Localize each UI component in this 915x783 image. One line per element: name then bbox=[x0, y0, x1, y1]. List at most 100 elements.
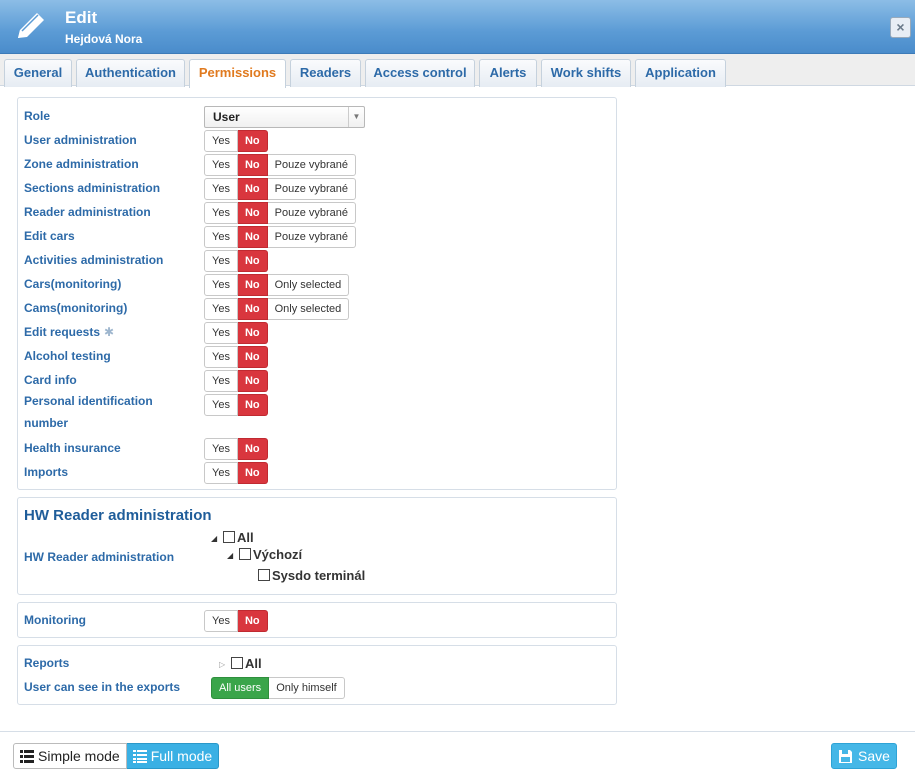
yes-button[interactable]: Yes bbox=[204, 346, 238, 368]
no-button[interactable]: No bbox=[237, 322, 268, 344]
permission-toggle: Yes No bbox=[204, 130, 268, 152]
no-button[interactable]: No bbox=[237, 610, 268, 632]
tree-label: Výchozí bbox=[253, 547, 303, 562]
no-button[interactable]: No bbox=[237, 346, 268, 368]
permission-label: Edit cars bbox=[24, 229, 75, 243]
permission-toggle: Yes No bbox=[204, 346, 268, 368]
tab-application[interactable]: Application bbox=[635, 59, 726, 87]
yes-button[interactable]: Yes bbox=[204, 370, 238, 392]
permission-toggle: Yes No Pouze vybrané bbox=[204, 202, 357, 224]
floppy-disk-icon bbox=[839, 749, 853, 763]
collapse-triangle-icon[interactable]: ◢ bbox=[227, 548, 239, 563]
tree-node-all: ◢ All bbox=[211, 530, 254, 546]
only-selected-button[interactable]: Only selected bbox=[267, 298, 350, 320]
no-button[interactable]: No bbox=[237, 370, 268, 392]
role-select-value: User bbox=[213, 110, 240, 124]
tree-label: All bbox=[237, 530, 254, 545]
all-users-button[interactable]: All users bbox=[211, 677, 270, 699]
no-button[interactable]: No bbox=[237, 394, 268, 416]
yes-button[interactable]: Yes bbox=[204, 226, 238, 248]
permission-toggle: Yes No bbox=[204, 462, 268, 484]
permission-toggle: Yes No bbox=[204, 438, 268, 460]
monitoring-panel: Monitoring Yes No bbox=[17, 602, 617, 638]
yes-button[interactable]: Yes bbox=[204, 610, 238, 632]
no-button[interactable]: No bbox=[237, 202, 268, 224]
permission-label: Reader administration bbox=[24, 205, 151, 219]
save-button[interactable]: Save bbox=[831, 743, 897, 769]
tab-authentication[interactable]: Authentication bbox=[76, 59, 185, 87]
no-button[interactable]: No bbox=[237, 250, 268, 272]
permission-row: Edit cars Yes No Pouze vybrané bbox=[24, 226, 614, 248]
full-mode-button[interactable]: Full mode bbox=[126, 743, 220, 769]
only-selected-button[interactable]: Pouze vybrané bbox=[267, 178, 357, 200]
permission-label: Alcohol testing bbox=[24, 349, 111, 363]
permission-label: Imports bbox=[24, 465, 69, 479]
permission-row: Health insurance Yes No bbox=[24, 438, 614, 460]
yes-button[interactable]: Yes bbox=[204, 322, 238, 344]
monitoring-toggle: Yes No bbox=[204, 610, 268, 632]
tree-node-item: Sysdo terminál bbox=[258, 568, 365, 584]
checkbox[interactable] bbox=[231, 657, 243, 669]
permission-row: Cars(monitoring) Yes No Only selected bbox=[24, 274, 614, 296]
permission-row: Edit requests ✱ Yes No bbox=[24, 322, 614, 344]
tab-bar: General Authentication Permissions Reade… bbox=[0, 54, 915, 88]
checkbox[interactable] bbox=[239, 548, 251, 560]
exports-toggle: All users Only himself bbox=[211, 677, 345, 699]
permission-label: Activities administration bbox=[24, 253, 164, 267]
no-button[interactable]: No bbox=[237, 130, 268, 152]
permission-label: Health insurance bbox=[24, 441, 121, 455]
permission-row: Imports Yes No bbox=[24, 462, 614, 484]
only-selected-button[interactable]: Pouze vybrané bbox=[267, 226, 357, 248]
section-title: HW Reader administration bbox=[24, 507, 212, 524]
tree-node-all: ▷ All bbox=[219, 656, 262, 672]
role-select[interactable]: User ▼ bbox=[204, 106, 365, 128]
permission-label: Cams(monitoring) bbox=[24, 301, 128, 315]
tab-general[interactable]: General bbox=[4, 59, 72, 87]
close-button[interactable]: × bbox=[890, 17, 911, 38]
permission-label: Sections administration bbox=[24, 181, 161, 195]
exports-label: User can see in the exports bbox=[24, 680, 181, 694]
expand-triangle-icon[interactable]: ▷ bbox=[219, 657, 231, 672]
permission-row: Zone administration Yes No Pouze vybrané bbox=[24, 154, 614, 176]
save-label: Save bbox=[858, 748, 890, 764]
hw-reader-label: HW Reader administration bbox=[24, 550, 175, 564]
list-icon bbox=[132, 749, 147, 763]
no-button[interactable]: No bbox=[237, 274, 268, 296]
tree-label: Sysdo terminál bbox=[272, 568, 366, 583]
yes-button[interactable]: Yes bbox=[204, 298, 238, 320]
yes-button[interactable]: Yes bbox=[204, 154, 238, 176]
no-button[interactable]: No bbox=[237, 438, 268, 460]
monitoring-row: Monitoring Yes No bbox=[24, 610, 614, 632]
simple-mode-label: Simple mode bbox=[38, 748, 120, 764]
no-button[interactable]: No bbox=[237, 298, 268, 320]
checkbox[interactable] bbox=[258, 569, 270, 581]
tab-permissions[interactable]: Permissions bbox=[189, 59, 286, 88]
yes-button[interactable]: Yes bbox=[204, 274, 238, 296]
no-button[interactable]: No bbox=[237, 462, 268, 484]
yes-button[interactable]: Yes bbox=[204, 462, 238, 484]
yes-button[interactable]: Yes bbox=[204, 130, 238, 152]
checkbox[interactable] bbox=[223, 531, 235, 543]
no-button[interactable]: No bbox=[237, 154, 268, 176]
full-mode-label: Full mode bbox=[150, 748, 213, 764]
no-button[interactable]: No bbox=[237, 226, 268, 248]
simple-mode-button[interactable]: Simple mode bbox=[13, 743, 127, 769]
only-selected-button[interactable]: Pouze vybrané bbox=[267, 154, 357, 176]
no-button[interactable]: No bbox=[237, 178, 268, 200]
yes-button[interactable]: Yes bbox=[204, 250, 238, 272]
only-selected-button[interactable]: Only selected bbox=[267, 274, 350, 296]
yes-button[interactable]: Yes bbox=[204, 394, 238, 416]
only-selected-button[interactable]: Pouze vybrané bbox=[267, 202, 357, 224]
permission-toggle: Yes No Only selected bbox=[204, 298, 350, 320]
yes-button[interactable]: Yes bbox=[204, 178, 238, 200]
collapse-triangle-icon[interactable]: ◢ bbox=[211, 531, 223, 546]
permission-row: User administration Yes No bbox=[24, 130, 614, 152]
yes-button[interactable]: Yes bbox=[204, 438, 238, 460]
only-himself-button[interactable]: Only himself bbox=[269, 677, 345, 699]
tab-access-control[interactable]: Access control bbox=[365, 59, 475, 87]
tree-node-group: ◢ Výchozí bbox=[227, 547, 302, 563]
yes-button[interactable]: Yes bbox=[204, 202, 238, 224]
tab-readers[interactable]: Readers bbox=[290, 59, 361, 87]
tab-alerts[interactable]: Alerts bbox=[479, 59, 537, 87]
tab-work-shifts[interactable]: Work shifts bbox=[541, 59, 631, 87]
